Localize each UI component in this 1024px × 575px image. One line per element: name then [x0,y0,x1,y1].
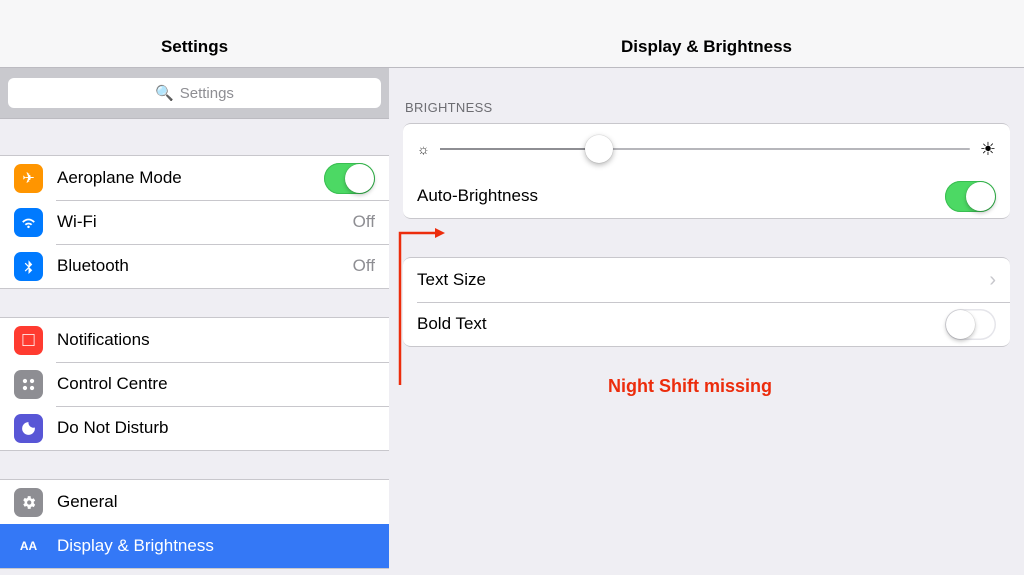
wifi-icon [14,208,43,237]
sidebar-item-label: Display & Brightness [57,536,375,556]
wifi-value: Off [353,212,375,232]
detail-title: Display & Brightness [389,0,1024,68]
bluetooth-icon [14,252,43,281]
sidebar-item-aeroplane-mode[interactable]: ✈ Aeroplane Mode [0,156,389,200]
text-size-label: Text Size [417,270,989,290]
aeroplane-toggle[interactable] [324,163,375,194]
auto-brightness-label: Auto-Brightness [417,186,945,206]
sidebar-item-label: General [57,492,375,512]
text-panel: Text Size › Bold Text [403,257,1010,347]
brightness-slider-row: ☼ ☀ [403,124,1010,174]
text-size-row[interactable]: Text Size › [403,258,1010,302]
bold-text-toggle[interactable] [945,309,996,340]
auto-brightness-toggle[interactable] [945,181,996,212]
annotation-label: Night Shift missing [608,376,772,397]
sidebar-item-label: Control Centre [57,374,375,394]
search-placeholder: Settings [180,85,234,102]
sidebar-item-display-brightness[interactable]: AA Display & Brightness [0,524,389,568]
sidebar-item-wifi[interactable]: Wi-Fi Off [0,200,389,244]
brightness-high-icon: ☀ [980,139,996,160]
sidebar-item-do-not-disturb[interactable]: Do Not Disturb [0,406,389,450]
sidebar-item-control-centre[interactable]: Control Centre [0,362,389,406]
notifications-icon: □ [14,326,43,355]
chevron-right-icon: › [989,269,996,292]
sidebar-group-general: General AA Display & Brightness [0,479,389,569]
search-input[interactable]: 🔍 Settings [8,78,381,108]
sidebar-item-general[interactable]: General [0,480,389,524]
brightness-low-icon: ☼ [417,141,430,157]
sidebar-item-bluetooth[interactable]: Bluetooth Off [0,244,389,288]
sidebar-item-label: Aeroplane Mode [57,168,324,188]
general-icon [14,488,43,517]
settings-sidebar: Settings 🔍 Settings ✈ Aeroplane Mode Wi-… [0,0,389,575]
sidebar-item-label: Wi-Fi [57,212,353,232]
sidebar-item-label: Do Not Disturb [57,418,375,438]
slider-fill [440,148,599,150]
sidebar-title: Settings [0,0,389,68]
control-centre-icon [14,370,43,399]
display-icon: AA [14,532,43,561]
sidebar-group-alerts: □ Notifications Control Centre Do Not Di… [0,317,389,451]
slider-thumb[interactable] [585,135,613,163]
sidebar-group-connectivity: ✈ Aeroplane Mode Wi-Fi Off Bluetooth Off [0,155,389,289]
search-icon: 🔍 [155,84,174,102]
search-container: 🔍 Settings [0,68,389,119]
sidebar-item-label: Notifications [57,330,375,350]
sidebar-item-label: Bluetooth [57,256,353,276]
do-not-disturb-icon [14,414,43,443]
auto-brightness-row[interactable]: Auto-Brightness [403,174,1010,218]
brightness-panel: ☼ ☀ Auto-Brightness [403,123,1010,219]
sidebar-item-notifications[interactable]: □ Notifications [0,318,389,362]
detail-pane: Display & Brightness BRIGHTNESS ☼ ☀ Auto… [389,0,1024,575]
bluetooth-value: Off [353,256,375,276]
bold-text-label: Bold Text [417,314,945,334]
brightness-header: BRIGHTNESS [389,68,1024,123]
bold-text-row[interactable]: Bold Text [403,302,1010,346]
airplane-icon: ✈ [14,164,43,193]
brightness-slider[interactable] [440,148,970,150]
